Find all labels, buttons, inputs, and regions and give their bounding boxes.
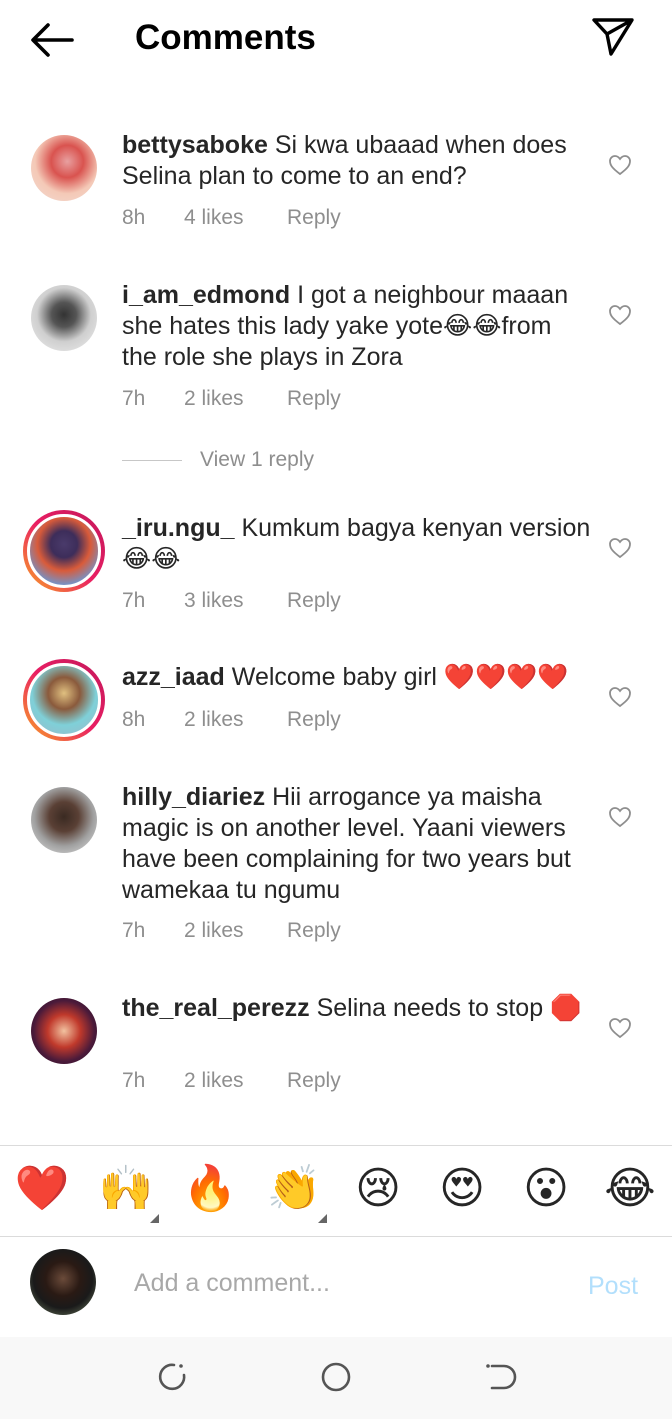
clapping-hands-emoji-icon[interactable]: 👏 [264, 1164, 324, 1214]
surprised-face-emoji-icon[interactable]: 😮 [516, 1164, 576, 1214]
comment-time: 7h [122, 387, 146, 410]
heart-outline-icon[interactable] [608, 537, 632, 559]
arrow-left-icon[interactable] [28, 20, 76, 60]
comment-time: 8h [122, 708, 146, 731]
username[interactable]: hilly_diariez [122, 783, 265, 811]
heart-outline-icon[interactable] [608, 1017, 632, 1039]
avatar[interactable] [31, 998, 97, 1064]
reply-divider-line [122, 459, 182, 461]
comment-meta: 7h 2 likes Reply [122, 919, 341, 943]
emoji-quick-bar: ❤️ 🙌 🔥 👏 😢 😍 😮 😂 [0, 1146, 672, 1236]
crying-face-emoji-icon[interactable]: 😢 [348, 1164, 408, 1214]
likes-count[interactable]: 2 likes [184, 708, 287, 732]
heart-eyes-emoji-icon[interactable]: 😍 [432, 1164, 492, 1214]
likes-count[interactable]: 2 likes [184, 919, 287, 943]
avatar [27, 514, 101, 588]
comment-input[interactable] [134, 1265, 554, 1301]
reply-button[interactable]: Reply [287, 589, 341, 613]
post-button[interactable]: Post [588, 1272, 638, 1301]
heart-outline-icon[interactable] [608, 304, 632, 326]
comment-time: 7h [122, 1069, 146, 1092]
likes-count[interactable]: 2 likes [184, 387, 287, 411]
comment-meta: 8h 4 likes Reply [122, 206, 341, 230]
comment-meta: 7h 2 likes Reply [122, 1069, 341, 1093]
heart-outline-icon[interactable] [608, 154, 632, 176]
avatar-story-ring[interactable] [23, 659, 105, 741]
avatar[interactable] [31, 135, 97, 201]
comment-time: 7h [122, 919, 146, 942]
skin-tone-indicator-icon [150, 1214, 159, 1223]
back-nav-icon[interactable] [482, 1359, 518, 1395]
heart-outline-icon[interactable] [608, 686, 632, 708]
username[interactable]: bettysaboke [122, 131, 268, 159]
skin-tone-indicator-icon [318, 1214, 327, 1223]
comment-time: 8h [122, 206, 146, 229]
reply-button[interactable]: Reply [287, 1069, 341, 1093]
recent-apps-icon[interactable] [154, 1359, 190, 1395]
page-title: Comments [135, 18, 316, 57]
comment-meta: 7h 3 likes Reply [122, 589, 341, 613]
top-bar: Comments [0, 0, 672, 80]
likes-count[interactable]: 3 likes [184, 589, 287, 613]
raising-hands-emoji-icon[interactable]: 🙌 [96, 1164, 156, 1214]
tears-of-joy-emoji-icon[interactable]: 😂 [600, 1164, 660, 1214]
username[interactable]: i_am_edmond [122, 281, 290, 309]
username[interactable]: the_real_perezz [122, 994, 310, 1022]
home-icon[interactable] [318, 1359, 354, 1395]
comment-meta: 7h 2 likes Reply [122, 387, 341, 411]
reply-button[interactable]: Reply [287, 708, 341, 732]
heart-outline-icon[interactable] [608, 806, 632, 828]
reply-button[interactable]: Reply [287, 919, 341, 943]
red-heart-emoji-icon[interactable]: ❤️ [12, 1164, 72, 1214]
likes-count[interactable]: 4 likes [184, 206, 287, 230]
reply-button[interactable]: Reply [287, 387, 341, 411]
avatar[interactable] [31, 787, 97, 853]
comment-text: Selina needs to stop 🛑 [316, 994, 582, 1022]
comment-composer: Post [0, 1237, 672, 1337]
avatar [27, 663, 101, 737]
username[interactable]: azz_iaad [122, 663, 225, 691]
reply-button[interactable]: Reply [287, 206, 341, 230]
current-user-avatar [30, 1249, 96, 1315]
paper-plane-icon[interactable] [590, 14, 636, 60]
system-navigation-bar [0, 1337, 672, 1419]
view-replies-label: View 1 reply [200, 448, 315, 471]
likes-count[interactable]: 2 likes [184, 1069, 287, 1093]
avatar[interactable] [31, 285, 97, 351]
comment-text: Welcome baby girl ❤️❤️❤️❤️ [231, 663, 569, 691]
view-replies-button[interactable]: View 1 reply [122, 448, 314, 472]
comment-meta: 8h 2 likes Reply [122, 708, 341, 732]
fire-emoji-icon[interactable]: 🔥 [180, 1164, 240, 1214]
comment-time: 7h [122, 589, 146, 612]
avatar-story-ring[interactable] [23, 510, 105, 592]
username[interactable]: _iru.ngu_ [122, 514, 235, 542]
